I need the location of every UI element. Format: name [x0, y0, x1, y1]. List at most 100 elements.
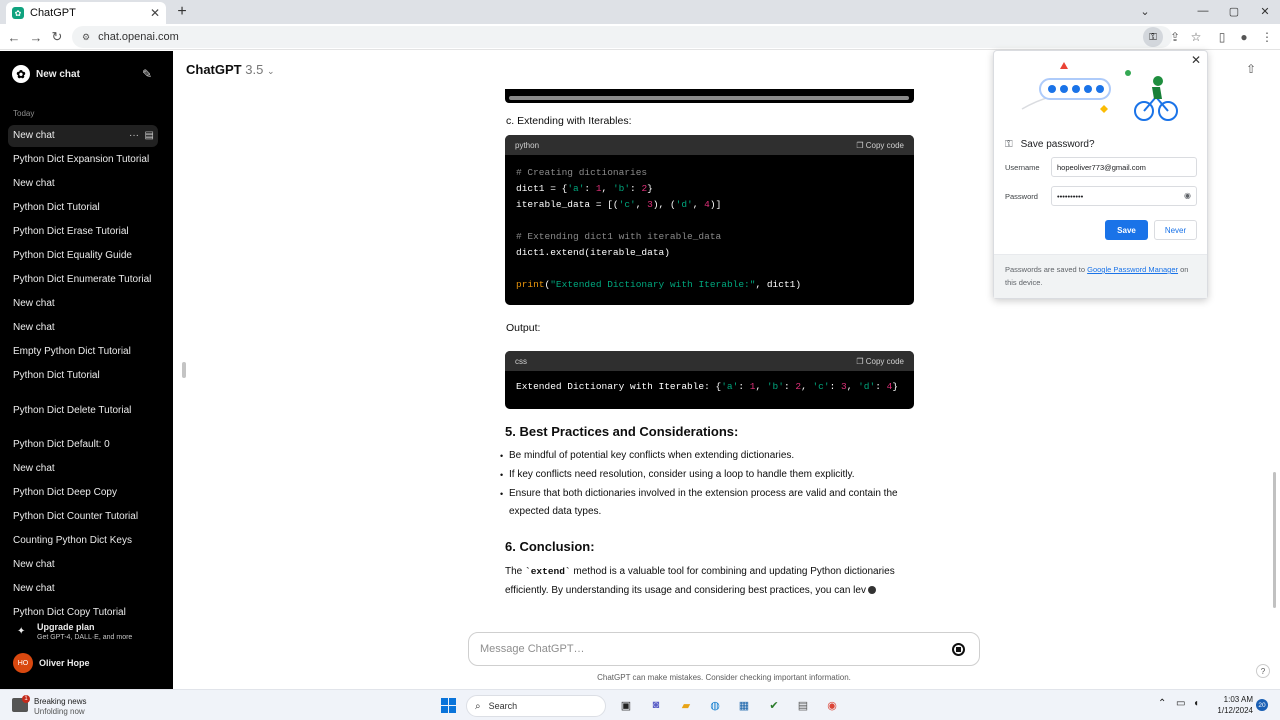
new-chat-label: New chat: [36, 68, 80, 80]
minimize-button[interactable]: —: [1188, 0, 1218, 22]
new-chat-button[interactable]: ✿ New chat: [8, 61, 158, 87]
new-tab-button[interactable]: +: [172, 2, 192, 22]
clipboard-icon: ❐: [856, 140, 864, 150]
history-item[interactable]: Python Dict Deep Copy: [8, 482, 158, 504]
eye-icon[interactable]: ◉: [1184, 191, 1191, 200]
sparkle-icon: ✦: [17, 626, 26, 637]
store-icon[interactable]: ▦: [734, 695, 754, 715]
username-field[interactable]: hopeoliver773@gmail.com: [1051, 157, 1197, 177]
start-button[interactable]: [438, 695, 458, 715]
history-item[interactable]: Python Dict Erase Tutorial: [8, 221, 158, 243]
share-icon[interactable]: ⇧: [1246, 62, 1256, 76]
conclusion-paragraph: The `extend` method is a valuable tool f…: [505, 562, 915, 600]
taskbar-search[interactable]: ⌕ Search: [466, 695, 606, 717]
user-menu[interactable]: HO Oliver Hope: [13, 653, 163, 673]
section-today: Today: [13, 109, 35, 118]
back-icon[interactable]: ←: [5, 28, 23, 46]
taskbar: 1 Breaking news Unfolding now ⌕ Search ▣…: [0, 689, 1280, 720]
history-item[interactable]: Python Dict Equality Guide: [8, 245, 158, 267]
copy-code-button[interactable]: ❐ Copy code: [856, 141, 904, 150]
history-item[interactable]: New chat: [8, 554, 158, 576]
chevron-up-icon[interactable]: ⌃: [1158, 698, 1166, 709]
code-scrollbar[interactable]: [509, 96, 909, 100]
history-item[interactable]: Python Dict Copy Tutorial: [8, 602, 158, 619]
browser-tab[interactable]: ✿ ChatGPT ✕: [6, 2, 166, 24]
history-item[interactable]: Empty Python Dict Tutorial: [8, 341, 158, 363]
history-item[interactable]: New chat: [8, 293, 158, 315]
code-block-output: css ❐ Copy code Extended Dictionary with…: [505, 351, 914, 409]
side-panel-icon[interactable]: ▯: [1213, 28, 1231, 46]
sidebar-collapse-handle[interactable]: [182, 362, 186, 378]
site-info-icon[interactable]: ⚙: [82, 32, 90, 43]
bullet-dot: •: [500, 451, 504, 461]
notification-badge[interactable]: 20: [1256, 699, 1268, 711]
sidebar: ✿ New chat ✎ Today New chat ··· ▤ Python…: [0, 51, 173, 689]
file-explorer-icon[interactable]: ▰: [676, 695, 696, 715]
history-item[interactable]: New chat: [8, 317, 158, 339]
stop-generating-button[interactable]: [952, 643, 965, 656]
history-item[interactable]: Python Dict Tutorial: [8, 365, 158, 387]
help-button[interactable]: ?: [1256, 664, 1270, 678]
tab-search-icon[interactable]: ⌄: [1130, 0, 1160, 22]
password-manager-link[interactable]: Google Password Manager: [1087, 265, 1178, 274]
output-label: Output:: [506, 322, 541, 334]
history-item[interactable]: Python Dict Default: 0: [8, 434, 158, 456]
browser-menu-icon[interactable]: ⋮: [1258, 28, 1276, 46]
save-password-dialog: ✕ ⚿ Save password? Username hopeoliver77…: [993, 50, 1208, 299]
upgrade-plan-button[interactable]: ✦ Upgrade plan Get GPT-4, DALL·E, and mo…: [13, 621, 163, 645]
message-input[interactable]: Message ChatGPT…: [468, 632, 980, 666]
history-item[interactable]: Python Dict Enumerate Tutorial: [8, 269, 158, 291]
archive-icon[interactable]: ▤: [145, 130, 154, 141]
history-item[interactable]: New chat: [8, 173, 158, 195]
never-button[interactable]: Never: [1154, 220, 1197, 240]
history-item[interactable]: Python Dict Expansion Tutorial: [8, 149, 158, 171]
tab-close-icon[interactable]: ✕: [150, 6, 160, 20]
maximize-button[interactable]: ▢: [1219, 0, 1249, 22]
history-item[interactable]: Python Dict Delete Tutorial: [8, 400, 158, 422]
clipboard-icon: ❐: [856, 356, 864, 366]
profile-icon[interactable]: ●: [1235, 28, 1253, 46]
footer-text-start: Passwords are saved to: [1005, 265, 1088, 274]
system-clock[interactable]: 1:03 AM 1/12/2024: [1207, 694, 1253, 716]
share-page-icon[interactable]: ⇪: [1166, 28, 1184, 46]
edge-browser-icon[interactable]: ◍: [705, 695, 725, 715]
more-options-icon[interactable]: ···: [129, 130, 139, 141]
avatar: HO: [13, 653, 33, 673]
forward-icon[interactable]: →: [27, 28, 45, 46]
code-language: python: [515, 140, 540, 150]
page-scrollbar[interactable]: [1273, 472, 1276, 608]
close-window-button[interactable]: ✕: [1250, 0, 1280, 22]
volume-icon[interactable]: ◖: [1193, 698, 1199, 709]
password-field[interactable]: •••••••••• ◉: [1051, 186, 1197, 206]
history-item[interactable]: Counting Python Dict Keys: [8, 530, 158, 552]
username-value: hopeoliver773@gmail.com: [1057, 163, 1146, 172]
app-icon[interactable]: ✔: [764, 695, 784, 715]
history-item[interactable]: Python Dict Counter Tutorial: [8, 506, 158, 528]
teams-chat-icon[interactable]: ◙: [646, 695, 666, 715]
password-key-icon[interactable]: ⚿: [1143, 27, 1163, 47]
model-selector[interactable]: ChatGPT 3.5 ⌄: [186, 62, 275, 77]
key-icon: ⚿: [1005, 139, 1013, 150]
history-item-actions[interactable]: ··· ▤: [129, 125, 154, 147]
openai-logo-icon: ✿: [12, 65, 30, 83]
chrome-icon[interactable]: ◉: [822, 695, 842, 715]
code-language: css: [515, 356, 527, 366]
reload-icon[interactable]: ↻: [48, 28, 66, 46]
taskbar-search-label: Search: [488, 701, 518, 711]
network-icon[interactable]: ▭: [1176, 698, 1185, 709]
app-icon[interactable]: ▤: [793, 695, 813, 715]
news-widget[interactable]: 1 Breaking news Unfolding now: [12, 695, 112, 717]
history-item[interactable]: New chat: [8, 578, 158, 600]
address-bar[interactable]: ⚙ chat.openai.com: [72, 26, 1172, 48]
chat-history-list[interactable]: New chat ··· ▤ Python Dict Expansion Tut…: [0, 125, 173, 619]
compose-icon[interactable]: ✎: [142, 67, 152, 81]
history-item[interactable]: Python Dict Tutorial: [8, 197, 158, 219]
history-item[interactable]: New chat ··· ▤: [8, 125, 158, 147]
history-item[interactable]: New chat: [8, 458, 158, 480]
list-item-text: Ensure that both dictionaries involved i…: [509, 488, 898, 517]
task-view-icon[interactable]: ▣: [616, 695, 636, 715]
copy-code-button[interactable]: ❐ Copy code: [856, 357, 904, 366]
close-icon[interactable]: ✕: [1191, 53, 1201, 67]
save-button[interactable]: Save: [1105, 220, 1148, 240]
bookmark-star-icon[interactable]: ☆: [1187, 28, 1205, 46]
